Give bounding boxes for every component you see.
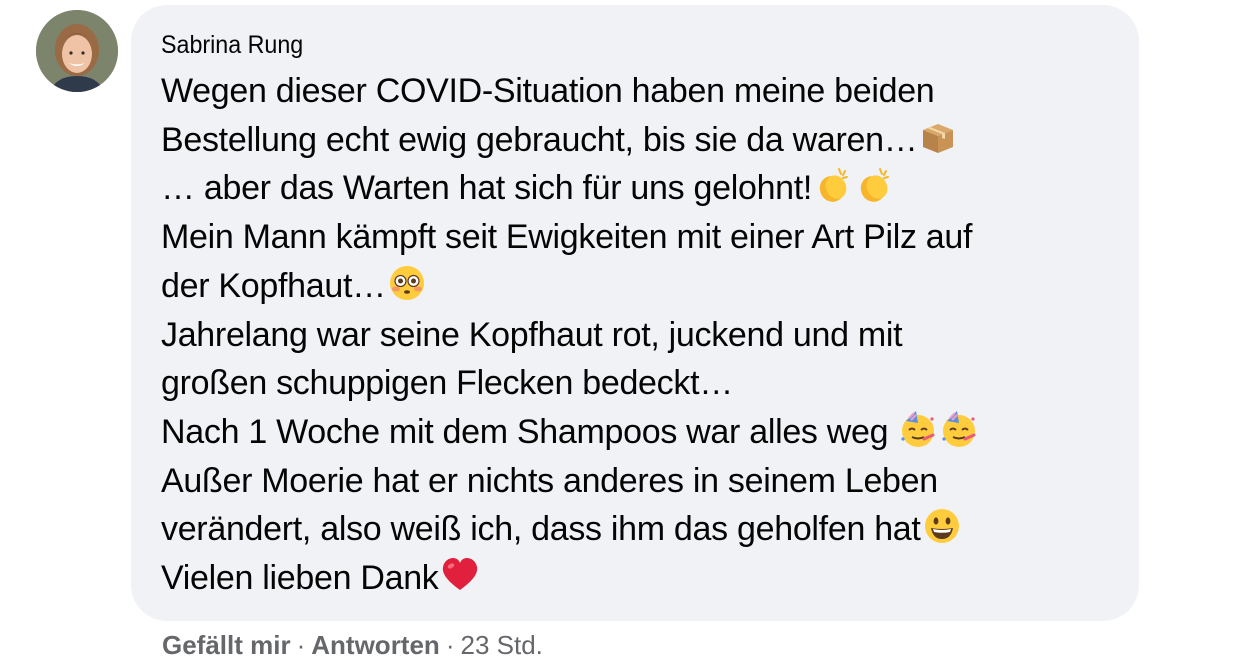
comment-line: der Kopfhaut… bbox=[161, 262, 1109, 311]
partying-face-emoji bbox=[898, 409, 938, 449]
timestamp[interactable]: 23 Std. bbox=[460, 630, 542, 660]
comment-author[interactable]: Sabrina Rung bbox=[161, 29, 303, 61]
comment-line: Nach 1 Woche mit dem Shampoos war alles … bbox=[161, 408, 1109, 457]
like-button[interactable]: Gefällt mir bbox=[162, 630, 291, 660]
reply-button[interactable]: Antworten bbox=[311, 630, 440, 660]
grinning-face-emoji bbox=[922, 506, 962, 546]
red-heart-emoji bbox=[440, 555, 480, 595]
separator: · bbox=[445, 630, 455, 660]
comment: Sabrina Rung Wegen dieser COVID-Situatio… bbox=[0, 0, 1247, 662]
package-emoji bbox=[918, 117, 958, 157]
comment-line: Jahrelang war seine Kopfhaut rot, jucken… bbox=[161, 315, 903, 354]
avatar[interactable] bbox=[36, 10, 118, 92]
comment-line: großen schuppigen Flecken bedeckt… bbox=[161, 364, 733, 403]
comment-line: verändert, also weiß ich, dass ihm das g… bbox=[161, 505, 1109, 554]
comment-actions: Gefällt mir · Antworten · 23 Std. bbox=[162, 628, 543, 662]
comment-line: Bestellung echt ewig gebraucht, bis sie … bbox=[161, 116, 1109, 165]
comment-line: Vielen lieben Dank bbox=[161, 554, 1109, 603]
comment-line: Wegen dieser COVID-Situation haben meine… bbox=[161, 72, 935, 110]
separator: · bbox=[296, 630, 306, 660]
comment-line: … aber das Warten hat sich für uns geloh… bbox=[161, 164, 1109, 213]
partying-face-emoji bbox=[939, 409, 979, 449]
comment-line: Außer Moerie hat er nichts anderes in se… bbox=[161, 461, 938, 500]
clapping-hands-emoji bbox=[854, 165, 894, 205]
comment-line: Mein Mann kämpft seit Ewigkeiten mit ein… bbox=[161, 218, 973, 257]
flushed-face-emoji bbox=[387, 263, 427, 303]
clapping-hands-emoji bbox=[813, 165, 853, 205]
comment-bubble: Sabrina Rung Wegen dieser COVID-Situatio… bbox=[131, 5, 1139, 621]
